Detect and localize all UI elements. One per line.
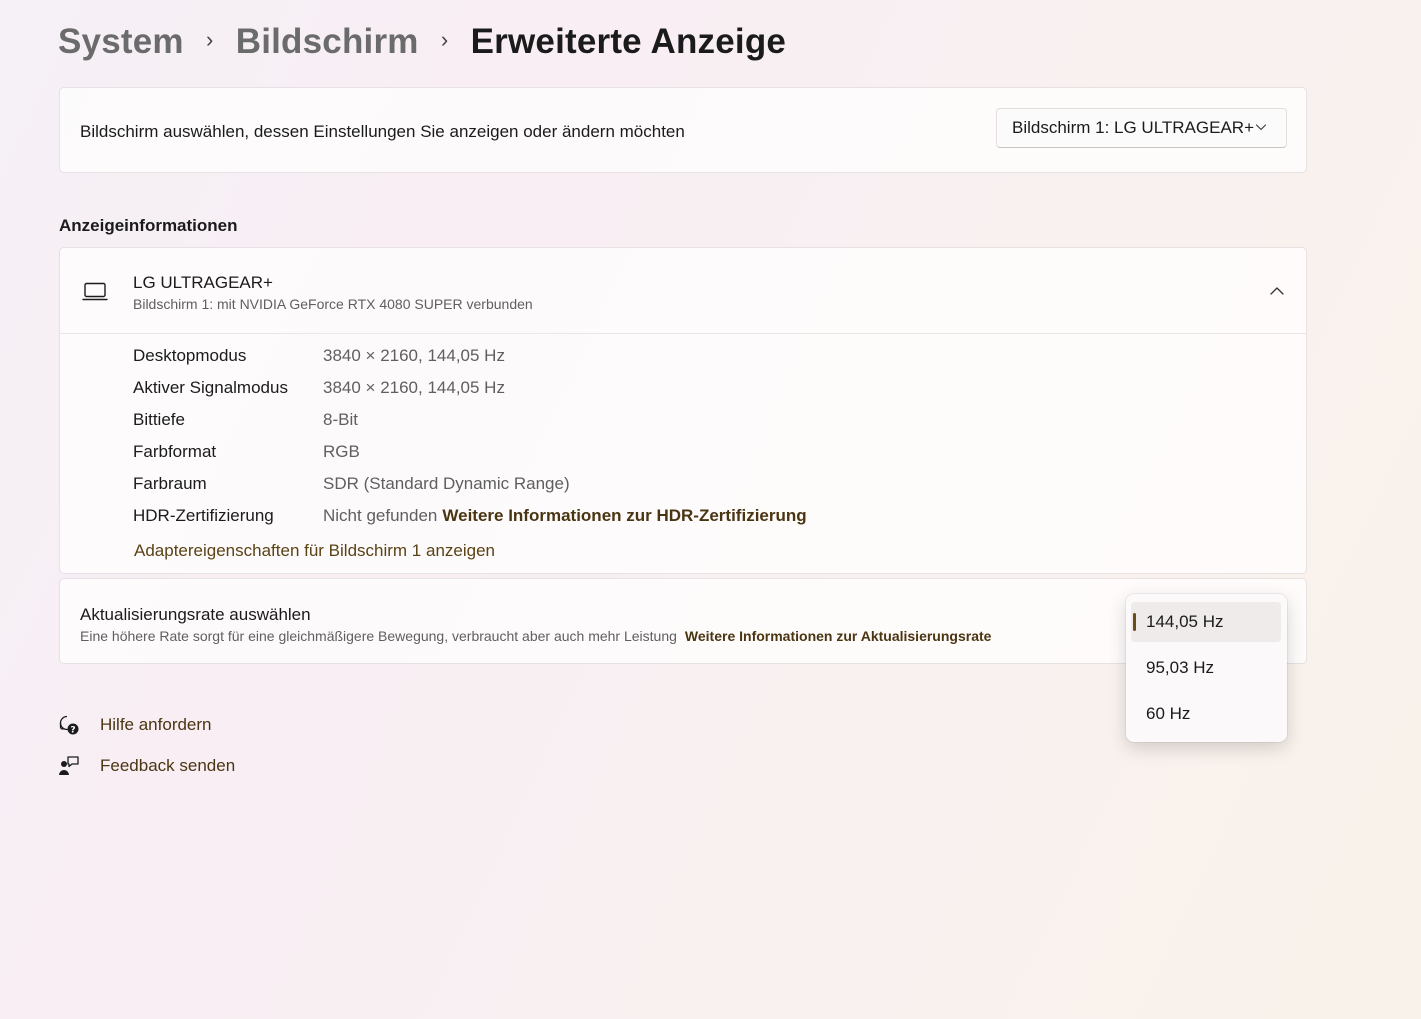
info-key: Bittiefe — [133, 410, 185, 429]
breadcrumb-separator: › — [205, 27, 214, 52]
info-row-hdr-certification: HDR-Zertifizierung Nicht gefunden Weiter… — [133, 506, 807, 538]
breadcrumb: System › Bildschirm › Erweiterte Anzeige — [58, 18, 786, 66]
laptop-icon — [82, 282, 108, 301]
breadcrumb-item-system[interactable]: System — [58, 22, 184, 62]
info-row-desktop-mode: Desktopmodus 3840 × 2160, 144,05 Hz — [133, 346, 807, 378]
info-key: Farbraum — [133, 474, 207, 493]
info-value: Nicht gefunden — [323, 506, 438, 525]
option-label: 95,03 Hz — [1146, 658, 1215, 677]
refresh-rate-option-95[interactable]: 95,03 Hz — [1131, 648, 1281, 688]
refresh-rate-description: Eine höhere Rate sorgt für eine gleichmä… — [80, 628, 991, 644]
monitor-dropdown[interactable]: Bildschirm 1: LG ULTRAGEAR+ — [996, 108, 1287, 148]
info-key: Desktopmodus — [133, 346, 247, 365]
breadcrumb-item-bildschirm[interactable]: Bildschirm — [236, 22, 419, 62]
info-value: 3840 × 2160, 144,05 Hz — [323, 378, 505, 397]
hdr-info-link[interactable]: Weitere Informationen zur HDR-Zertifizie… — [442, 506, 806, 526]
feedback-icon — [59, 755, 79, 775]
section-title-display-info: Anzeigeinformationen — [59, 216, 238, 235]
info-row-color-format: Farbformat RGB — [133, 442, 807, 474]
selection-indicator — [1133, 613, 1136, 631]
monitor-connection: Bildschirm 1: mit NVIDIA GeForce RTX 408… — [133, 296, 533, 312]
chevron-up-icon[interactable] — [1266, 280, 1288, 302]
help-chat-icon: ? — [59, 715, 79, 735]
option-label: 60 Hz — [1146, 704, 1191, 723]
get-help-link[interactable]: ? Hilfe anfordern — [58, 704, 235, 745]
page-title: Erweiterte Anzeige — [470, 22, 787, 61]
send-feedback-link[interactable]: Feedback senden — [58, 745, 235, 786]
refresh-rate-card: Aktualisierungsrate auswählen Eine höher… — [59, 578, 1307, 664]
refresh-rate-description-text: Eine höhere Rate sorgt für eine gleichmä… — [80, 628, 677, 644]
info-key: Farbformat — [133, 442, 217, 461]
option-label: 144,05 Hz — [1146, 612, 1224, 631]
refresh-rate-info-link[interactable]: Weitere Informationen zur Aktualisierung… — [685, 628, 992, 644]
refresh-rate-dropdown-menu: 144,05 Hz 95,03 Hz 60 Hz — [1126, 594, 1287, 742]
adapter-properties-link[interactable]: Adaptereigenschaften für Bildschirm 1 an… — [134, 541, 495, 561]
monitor-name: LG ULTRAGEAR+ — [133, 273, 273, 292]
info-value: RGB — [323, 442, 360, 461]
svg-text:?: ? — [70, 725, 75, 735]
display-info-header[interactable]: LG ULTRAGEAR+ Bildschirm 1: mit NVIDIA G… — [60, 248, 1306, 334]
send-feedback-label: Feedback senden — [100, 755, 236, 775]
info-value: SDR (Standard Dynamic Range) — [323, 474, 570, 493]
help-links: ? Hilfe anfordern Feedback senden — [58, 704, 235, 786]
breadcrumb-separator: › — [440, 27, 449, 52]
monitor-select-card: Bildschirm auswählen, dessen Einstellung… — [59, 87, 1307, 173]
info-value: 8-Bit — [323, 410, 358, 429]
refresh-rate-option-144[interactable]: 144,05 Hz — [1131, 602, 1281, 642]
info-row-color-space: Farbraum SDR (Standard Dynamic Range) — [133, 474, 807, 506]
info-row-bit-depth: Bittiefe 8-Bit — [133, 410, 807, 442]
info-key: Aktiver Signalmodus — [133, 378, 288, 397]
chevron-down-icon — [1255, 124, 1267, 131]
display-info-card: LG ULTRAGEAR+ Bildschirm 1: mit NVIDIA G… — [59, 247, 1307, 574]
refresh-rate-title: Aktualisierungsrate auswählen — [80, 605, 311, 624]
refresh-rate-option-60[interactable]: 60 Hz — [1131, 694, 1281, 734]
monitor-select-label: Bildschirm auswählen, dessen Einstellung… — [80, 122, 685, 141]
info-row-active-signal-mode: Aktiver Signalmodus 3840 × 2160, 144,05 … — [133, 378, 807, 410]
info-value: 3840 × 2160, 144,05 Hz — [323, 346, 505, 365]
info-key: HDR-Zertifizierung — [133, 506, 274, 525]
monitor-dropdown-value: Bildschirm 1: LG ULTRAGEAR+ — [1012, 118, 1255, 137]
display-info-rows: Desktopmodus 3840 × 2160, 144,05 Hz Akti… — [133, 346, 807, 538]
get-help-label: Hilfe anfordern — [100, 714, 212, 734]
